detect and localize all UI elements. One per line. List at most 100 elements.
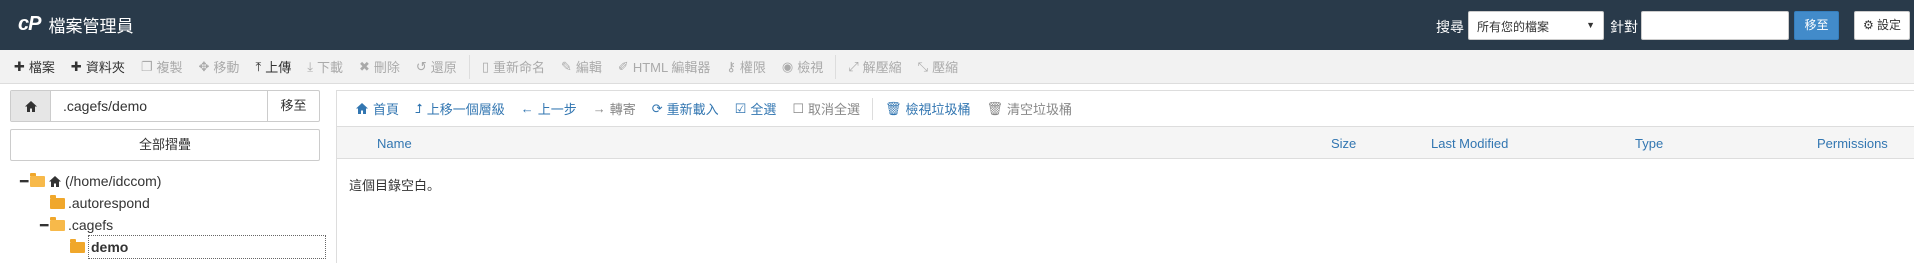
collapse-all-button[interactable]: 全部摺疊 [10, 129, 320, 161]
tree-item-autorespond[interactable]: .autorespond [20, 192, 330, 214]
new-file-button[interactable]: ✚ 檔案 [6, 50, 63, 84]
upload-label: 上傳 [265, 60, 292, 75]
unselect-all-button[interactable]: ☐ 取消全選 [784, 99, 868, 118]
extract-label: 解壓縮 [862, 60, 902, 75]
close-icon: ✖ [358, 58, 370, 74]
file-toolbar: ✚ 檔案 ✚ 資料夾 ❐ 複製 ✥ 移動 ⤒ 上傳 ⤓ 下載 ✖ 刪除 ↺ 還原 ▯ 重新命名 ✎… [0, 50, 1914, 84]
arrow-right-icon: → [592, 101, 606, 116]
empty-trash-button[interactable]: 🗑 清空垃圾桶 [979, 99, 1081, 118]
column-header-size[interactable]: Size [1331, 136, 1356, 151]
search-scope-select[interactable]: 所有您的檔案 ▼ [1468, 11, 1604, 40]
refresh-icon: ⟳ [651, 100, 663, 116]
arrow-left-icon: ← [520, 101, 534, 116]
compress-label: 壓縮 [932, 60, 959, 75]
column-header-last-modified[interactable]: Last Modified [1431, 136, 1508, 151]
directory-sidebar: .cagefs/demo 移至 全部摺疊 ━ (/home/idccom) .a… [0, 84, 330, 263]
tree-item-demo[interactable]: demo [20, 235, 330, 259]
delete-button[interactable]: ✖ 刪除 [351, 50, 408, 84]
select-all-button[interactable]: ☑ 全選 [727, 99, 785, 118]
checkbox-empty-icon: ☐ [792, 100, 804, 116]
tree-item-label: .autorespond [68, 195, 150, 211]
view-button[interactable]: ◉ 檢視 [774, 50, 831, 84]
trash-icon: 🗑 [986, 100, 1004, 116]
search-go-button[interactable]: 移至 [1794, 11, 1839, 40]
html-editor-button[interactable]: ✐ HTML 編輯器 [610, 50, 718, 84]
up-level-button[interactable]: ⮥ 上移一個層級 [407, 99, 513, 118]
search-scope-value: 所有您的檔案 [1477, 20, 1550, 34]
forward-label: 轉寄 [609, 102, 636, 117]
plus-icon: ✚ [70, 58, 82, 74]
chevron-down-icon: ▼ [1586, 20, 1595, 30]
back-button[interactable]: ← 上一步 [513, 99, 585, 118]
brand[interactable]: cP 檔案管理員 [18, 12, 133, 37]
folder-icon [70, 238, 85, 253]
tree-item-label: demo [88, 235, 326, 259]
level-up-icon: ⮥ [415, 100, 423, 116]
eye-icon: ◉ [781, 58, 794, 74]
file-list-pane: 首頁 ⮥ 上移一個層級 ← 上一步 → 轉寄 ⟳ 重新載入 ☑ 全選 ☐ 取消全選 🗑 檢視垃… [336, 90, 1914, 263]
home-nav-label: 首頁 [373, 102, 400, 117]
column-header-type[interactable]: Type [1635, 136, 1663, 151]
path-bar: .cagefs/demo 移至 [10, 90, 320, 122]
directory-tree: ━ (/home/idccom) .autorespond ━ .cagefs … [20, 170, 330, 259]
folder-open-icon [50, 216, 65, 231]
extract-button[interactable]: ⤢ 解壓縮 [840, 50, 909, 84]
toolbar-divider [835, 54, 837, 79]
trash-icon: 🗑 [885, 100, 902, 116]
settings-button[interactable]: ⚙ 設定 [1854, 11, 1910, 40]
back-label: 上一步 [537, 102, 577, 117]
home-icon [49, 175, 61, 187]
folder-open-icon [30, 172, 45, 187]
edit-label: 編輯 [575, 60, 602, 75]
collapse-icon[interactable]: ━ [40, 214, 50, 236]
nav-divider [872, 97, 873, 120]
edit-button[interactable]: ✎ 編輯 [553, 50, 610, 84]
collapse-icon[interactable]: ━ [20, 170, 30, 192]
new-folder-label: 資料夾 [85, 60, 125, 75]
restore-button[interactable]: ↺ 還原 [408, 50, 465, 84]
download-label: 下載 [316, 60, 343, 75]
folder-icon [50, 194, 65, 209]
path-go-button[interactable]: 移至 [267, 91, 319, 121]
download-button[interactable]: ⤓ 下載 [299, 50, 351, 84]
view-trash-button[interactable]: 🗑 檢視垃圾桶 [877, 99, 979, 118]
permissions-button[interactable]: ⚷ 權限 [718, 50, 774, 84]
new-folder-button[interactable]: ✚ 資料夾 [63, 50, 133, 84]
rename-button[interactable]: ▯ 重新命名 [474, 50, 553, 84]
tree-item-cagefs[interactable]: ━ .cagefs [20, 214, 330, 236]
cpanel-logo: cP [18, 13, 41, 35]
key-icon: ⚷ [726, 58, 736, 74]
home-button[interactable] [11, 91, 51, 121]
delete-label: 刪除 [373, 60, 400, 75]
top-navbar: cP 檔案管理員 搜尋 所有您的檔案 ▼ 針對 移至 ⚙ 設定 [0, 0, 1914, 50]
rename-label: 重新命名 [492, 60, 545, 75]
for-label: 針對 [1610, 19, 1638, 35]
gear-icon: ⚙ [1862, 18, 1874, 32]
copy-label: 複製 [156, 60, 183, 75]
home-icon [356, 103, 368, 114]
compress-button[interactable]: ⤡ 壓縮 [910, 50, 966, 84]
search-input[interactable] [1641, 11, 1789, 40]
copy-icon: ❐ [140, 58, 153, 74]
select-all-label: 全選 [750, 102, 777, 117]
home-icon [24, 100, 37, 112]
reload-label: 重新載入 [666, 102, 719, 117]
home-nav-button[interactable]: 首頁 [347, 99, 407, 118]
compress-icon: ⤡ [917, 58, 929, 74]
upload-button[interactable]: ⤒ 上傳 [247, 50, 299, 84]
move-button[interactable]: ✥ 移動 [191, 50, 248, 84]
download-icon: ⤓ [307, 58, 313, 74]
upload-icon: ⤒ [255, 58, 262, 74]
column-header-permissions[interactable]: Permissions [1817, 136, 1888, 151]
copy-button[interactable]: ❐ 複製 [133, 50, 191, 84]
up-level-label: 上移一個層級 [426, 102, 505, 117]
undo-icon: ↺ [415, 58, 427, 74]
view-trash-label: 檢視垃圾桶 [905, 102, 971, 117]
html-editor-label: HTML 編輯器 [632, 60, 711, 75]
view-label: 檢視 [797, 60, 824, 75]
path-input[interactable]: .cagefs/demo [51, 91, 267, 121]
tree-item-root[interactable]: ━ (/home/idccom) [20, 170, 330, 192]
column-header-name[interactable]: Name [377, 136, 412, 151]
reload-button[interactable]: ⟳ 重新載入 [644, 99, 727, 118]
forward-button[interactable]: → 轉寄 [585, 99, 644, 118]
